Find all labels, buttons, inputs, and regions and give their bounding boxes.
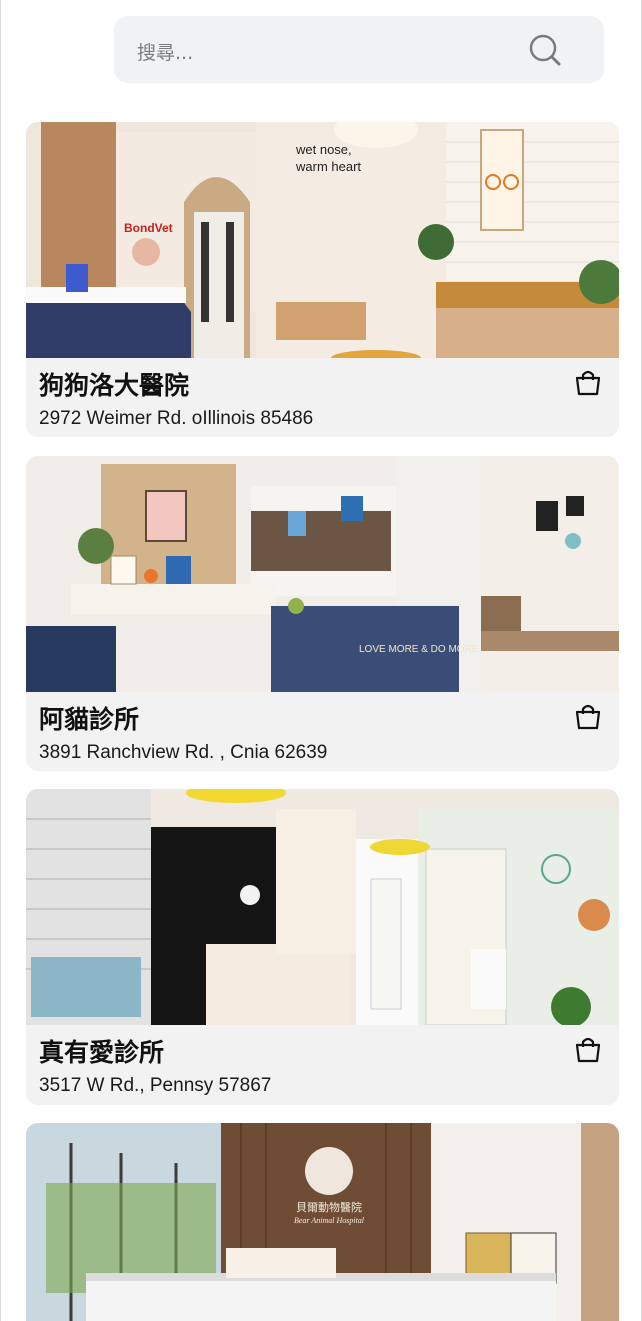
photo-brand: BondVet: [124, 221, 173, 235]
clinic-name[interactable]: 狗狗洛大醫院: [39, 366, 189, 402]
clinic-photo: 貝爾動物醫院 Bear Animal Hospital: [26, 1123, 619, 1321]
shopping-bag-icon[interactable]: [574, 369, 602, 397]
photo-text: LOVE MORE & DO MORE.: [359, 644, 481, 655]
photo-text-2: Bear Animal Hospital: [294, 1216, 365, 1225]
shopping-bag-icon[interactable]: [574, 1036, 602, 1064]
clinic-address: 2972 Weimer Rd. oIllinois 85486: [39, 408, 314, 429]
clinic-address: 3517 W Rd., Pennsy 57867: [39, 1075, 272, 1096]
clinic-card[interactable]: 貝爾動物醫院 Bear Animal Hospital: [26, 1123, 619, 1321]
photo-text-2: warm heart: [295, 159, 361, 174]
clinic-name[interactable]: 真有愛診所: [39, 1033, 164, 1069]
clinic-photo: [26, 789, 619, 1025]
clinic-card[interactable]: LOVE MORE & DO MORE. 阿貓診所 3891 Ranchview…: [26, 456, 619, 771]
search-bar[interactable]: 搜尋...: [114, 16, 604, 83]
clinic-address: 3891 Ranchview Rd. , Cnia 62639: [39, 742, 328, 763]
photo-text-1: 貝爾動物醫院: [296, 1200, 362, 1214]
search-input[interactable]: 搜尋...: [137, 38, 193, 65]
search-icon[interactable]: [528, 33, 564, 69]
clinic-photo: wet nose, warm heart BondVet: [26, 122, 619, 358]
photo-text-1: wet nose,: [295, 142, 352, 157]
clinic-name[interactable]: 阿貓診所: [39, 700, 139, 736]
shopping-bag-icon[interactable]: [574, 703, 602, 731]
clinic-photo: LOVE MORE & DO MORE.: [26, 456, 619, 692]
clinic-card[interactable]: 真有愛診所 3517 W Rd., Pennsy 57867: [26, 789, 619, 1105]
clinic-card[interactable]: wet nose, warm heart BondVet 狗狗洛大醫院 2972…: [26, 122, 619, 437]
